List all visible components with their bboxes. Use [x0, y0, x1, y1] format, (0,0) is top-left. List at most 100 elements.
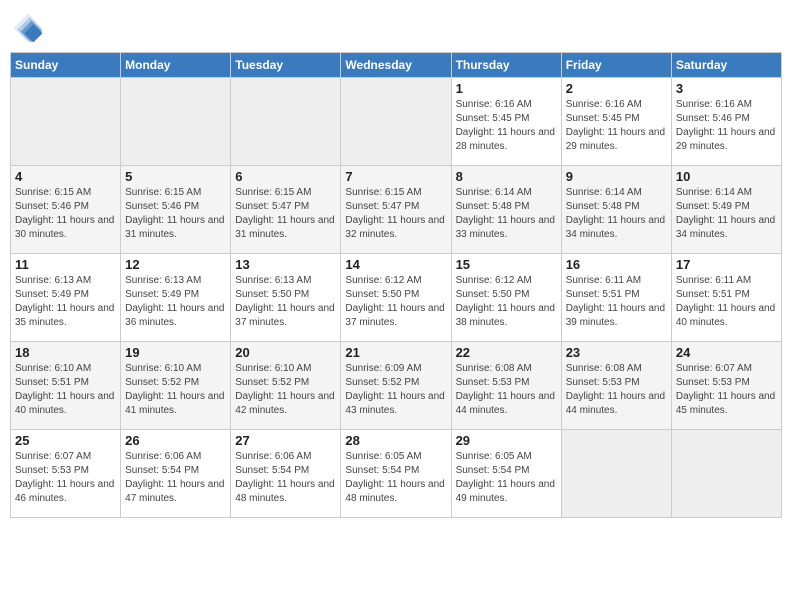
week-row-3: 11 Sunrise: 6:13 AMSunset: 5:49 PMDaylig…	[11, 254, 782, 342]
day-number: 21	[345, 345, 446, 360]
day-number: 22	[456, 345, 557, 360]
day-cell	[121, 78, 231, 166]
day-number: 8	[456, 169, 557, 184]
day-cell: 26 Sunrise: 6:06 AMSunset: 5:54 PMDaylig…	[121, 430, 231, 518]
day-info: Sunrise: 6:06 AMSunset: 5:54 PMDaylight:…	[235, 451, 334, 504]
day-info: Sunrise: 6:10 AMSunset: 5:52 PMDaylight:…	[125, 363, 224, 416]
day-info: Sunrise: 6:05 AMSunset: 5:54 PMDaylight:…	[456, 451, 555, 504]
day-number: 24	[676, 345, 777, 360]
day-info: Sunrise: 6:15 AMSunset: 5:46 PMDaylight:…	[15, 187, 114, 240]
day-info: Sunrise: 6:14 AMSunset: 5:49 PMDaylight:…	[676, 187, 775, 240]
day-info: Sunrise: 6:16 AMSunset: 5:45 PMDaylight:…	[566, 99, 665, 152]
day-cell: 6 Sunrise: 6:15 AMSunset: 5:47 PMDayligh…	[231, 166, 341, 254]
day-cell: 18 Sunrise: 6:10 AMSunset: 5:51 PMDaylig…	[11, 342, 121, 430]
day-info: Sunrise: 6:05 AMSunset: 5:54 PMDaylight:…	[345, 451, 444, 504]
day-number: 7	[345, 169, 446, 184]
day-info: Sunrise: 6:14 AMSunset: 5:48 PMDaylight:…	[566, 187, 665, 240]
day-cell: 3 Sunrise: 6:16 AMSunset: 5:46 PMDayligh…	[671, 78, 781, 166]
day-info: Sunrise: 6:07 AMSunset: 5:53 PMDaylight:…	[15, 451, 114, 504]
weekday-header-wednesday: Wednesday	[341, 53, 451, 78]
day-cell: 27 Sunrise: 6:06 AMSunset: 5:54 PMDaylig…	[231, 430, 341, 518]
day-info: Sunrise: 6:10 AMSunset: 5:52 PMDaylight:…	[235, 363, 334, 416]
day-info: Sunrise: 6:16 AMSunset: 5:45 PMDaylight:…	[456, 99, 555, 152]
day-info: Sunrise: 6:09 AMSunset: 5:52 PMDaylight:…	[345, 363, 444, 416]
weekday-header-thursday: Thursday	[451, 53, 561, 78]
day-number: 3	[676, 81, 777, 96]
day-info: Sunrise: 6:11 AMSunset: 5:51 PMDaylight:…	[676, 275, 775, 328]
day-info: Sunrise: 6:16 AMSunset: 5:46 PMDaylight:…	[676, 99, 775, 152]
day-number: 15	[456, 257, 557, 272]
weekday-header-monday: Monday	[121, 53, 231, 78]
day-number: 23	[566, 345, 667, 360]
day-cell: 15 Sunrise: 6:12 AMSunset: 5:50 PMDaylig…	[451, 254, 561, 342]
day-cell: 11 Sunrise: 6:13 AMSunset: 5:49 PMDaylig…	[11, 254, 121, 342]
day-info: Sunrise: 6:07 AMSunset: 5:53 PMDaylight:…	[676, 363, 775, 416]
day-number: 2	[566, 81, 667, 96]
day-cell: 17 Sunrise: 6:11 AMSunset: 5:51 PMDaylig…	[671, 254, 781, 342]
logo	[10, 10, 50, 46]
day-cell	[561, 430, 671, 518]
day-number: 13	[235, 257, 336, 272]
day-number: 27	[235, 433, 336, 448]
day-info: Sunrise: 6:13 AMSunset: 5:50 PMDaylight:…	[235, 275, 334, 328]
day-cell: 14 Sunrise: 6:12 AMSunset: 5:50 PMDaylig…	[341, 254, 451, 342]
day-number: 25	[15, 433, 116, 448]
day-number: 6	[235, 169, 336, 184]
day-cell	[231, 78, 341, 166]
weekday-header-sunday: Sunday	[11, 53, 121, 78]
day-number: 5	[125, 169, 226, 184]
week-row-5: 25 Sunrise: 6:07 AMSunset: 5:53 PMDaylig…	[11, 430, 782, 518]
day-number: 18	[15, 345, 116, 360]
day-cell: 29 Sunrise: 6:05 AMSunset: 5:54 PMDaylig…	[451, 430, 561, 518]
day-cell: 2 Sunrise: 6:16 AMSunset: 5:45 PMDayligh…	[561, 78, 671, 166]
day-cell	[671, 430, 781, 518]
day-info: Sunrise: 6:12 AMSunset: 5:50 PMDaylight:…	[345, 275, 444, 328]
day-cell: 28 Sunrise: 6:05 AMSunset: 5:54 PMDaylig…	[341, 430, 451, 518]
day-cell: 7 Sunrise: 6:15 AMSunset: 5:47 PMDayligh…	[341, 166, 451, 254]
day-cell: 19 Sunrise: 6:10 AMSunset: 5:52 PMDaylig…	[121, 342, 231, 430]
day-number: 10	[676, 169, 777, 184]
day-cell: 20 Sunrise: 6:10 AMSunset: 5:52 PMDaylig…	[231, 342, 341, 430]
day-info: Sunrise: 6:13 AMSunset: 5:49 PMDaylight:…	[125, 275, 224, 328]
day-info: Sunrise: 6:06 AMSunset: 5:54 PMDaylight:…	[125, 451, 224, 504]
weekday-header-saturday: Saturday	[671, 53, 781, 78]
week-row-4: 18 Sunrise: 6:10 AMSunset: 5:51 PMDaylig…	[11, 342, 782, 430]
day-info: Sunrise: 6:10 AMSunset: 5:51 PMDaylight:…	[15, 363, 114, 416]
day-cell: 8 Sunrise: 6:14 AMSunset: 5:48 PMDayligh…	[451, 166, 561, 254]
day-cell: 16 Sunrise: 6:11 AMSunset: 5:51 PMDaylig…	[561, 254, 671, 342]
day-info: Sunrise: 6:08 AMSunset: 5:53 PMDaylight:…	[566, 363, 665, 416]
logo-icon	[10, 10, 46, 46]
day-number: 12	[125, 257, 226, 272]
day-cell: 10 Sunrise: 6:14 AMSunset: 5:49 PMDaylig…	[671, 166, 781, 254]
week-row-1: 1 Sunrise: 6:16 AMSunset: 5:45 PMDayligh…	[11, 78, 782, 166]
day-info: Sunrise: 6:15 AMSunset: 5:47 PMDaylight:…	[345, 187, 444, 240]
day-number: 14	[345, 257, 446, 272]
day-number: 29	[456, 433, 557, 448]
weekday-header-tuesday: Tuesday	[231, 53, 341, 78]
day-info: Sunrise: 6:15 AMSunset: 5:47 PMDaylight:…	[235, 187, 334, 240]
day-number: 16	[566, 257, 667, 272]
day-cell: 24 Sunrise: 6:07 AMSunset: 5:53 PMDaylig…	[671, 342, 781, 430]
day-number: 11	[15, 257, 116, 272]
day-info: Sunrise: 6:14 AMSunset: 5:48 PMDaylight:…	[456, 187, 555, 240]
weekday-header-row: SundayMondayTuesdayWednesdayThursdayFrid…	[11, 53, 782, 78]
day-number: 17	[676, 257, 777, 272]
day-cell	[341, 78, 451, 166]
day-cell: 4 Sunrise: 6:15 AMSunset: 5:46 PMDayligh…	[11, 166, 121, 254]
day-cell: 23 Sunrise: 6:08 AMSunset: 5:53 PMDaylig…	[561, 342, 671, 430]
day-number: 20	[235, 345, 336, 360]
day-number: 1	[456, 81, 557, 96]
week-row-2: 4 Sunrise: 6:15 AMSunset: 5:46 PMDayligh…	[11, 166, 782, 254]
day-number: 26	[125, 433, 226, 448]
day-cell: 22 Sunrise: 6:08 AMSunset: 5:53 PMDaylig…	[451, 342, 561, 430]
page-header	[10, 10, 782, 46]
day-cell: 1 Sunrise: 6:16 AMSunset: 5:45 PMDayligh…	[451, 78, 561, 166]
day-info: Sunrise: 6:08 AMSunset: 5:53 PMDaylight:…	[456, 363, 555, 416]
day-cell: 25 Sunrise: 6:07 AMSunset: 5:53 PMDaylig…	[11, 430, 121, 518]
day-number: 19	[125, 345, 226, 360]
weekday-header-friday: Friday	[561, 53, 671, 78]
day-cell: 13 Sunrise: 6:13 AMSunset: 5:50 PMDaylig…	[231, 254, 341, 342]
day-number: 28	[345, 433, 446, 448]
day-info: Sunrise: 6:13 AMSunset: 5:49 PMDaylight:…	[15, 275, 114, 328]
day-info: Sunrise: 6:11 AMSunset: 5:51 PMDaylight:…	[566, 275, 665, 328]
